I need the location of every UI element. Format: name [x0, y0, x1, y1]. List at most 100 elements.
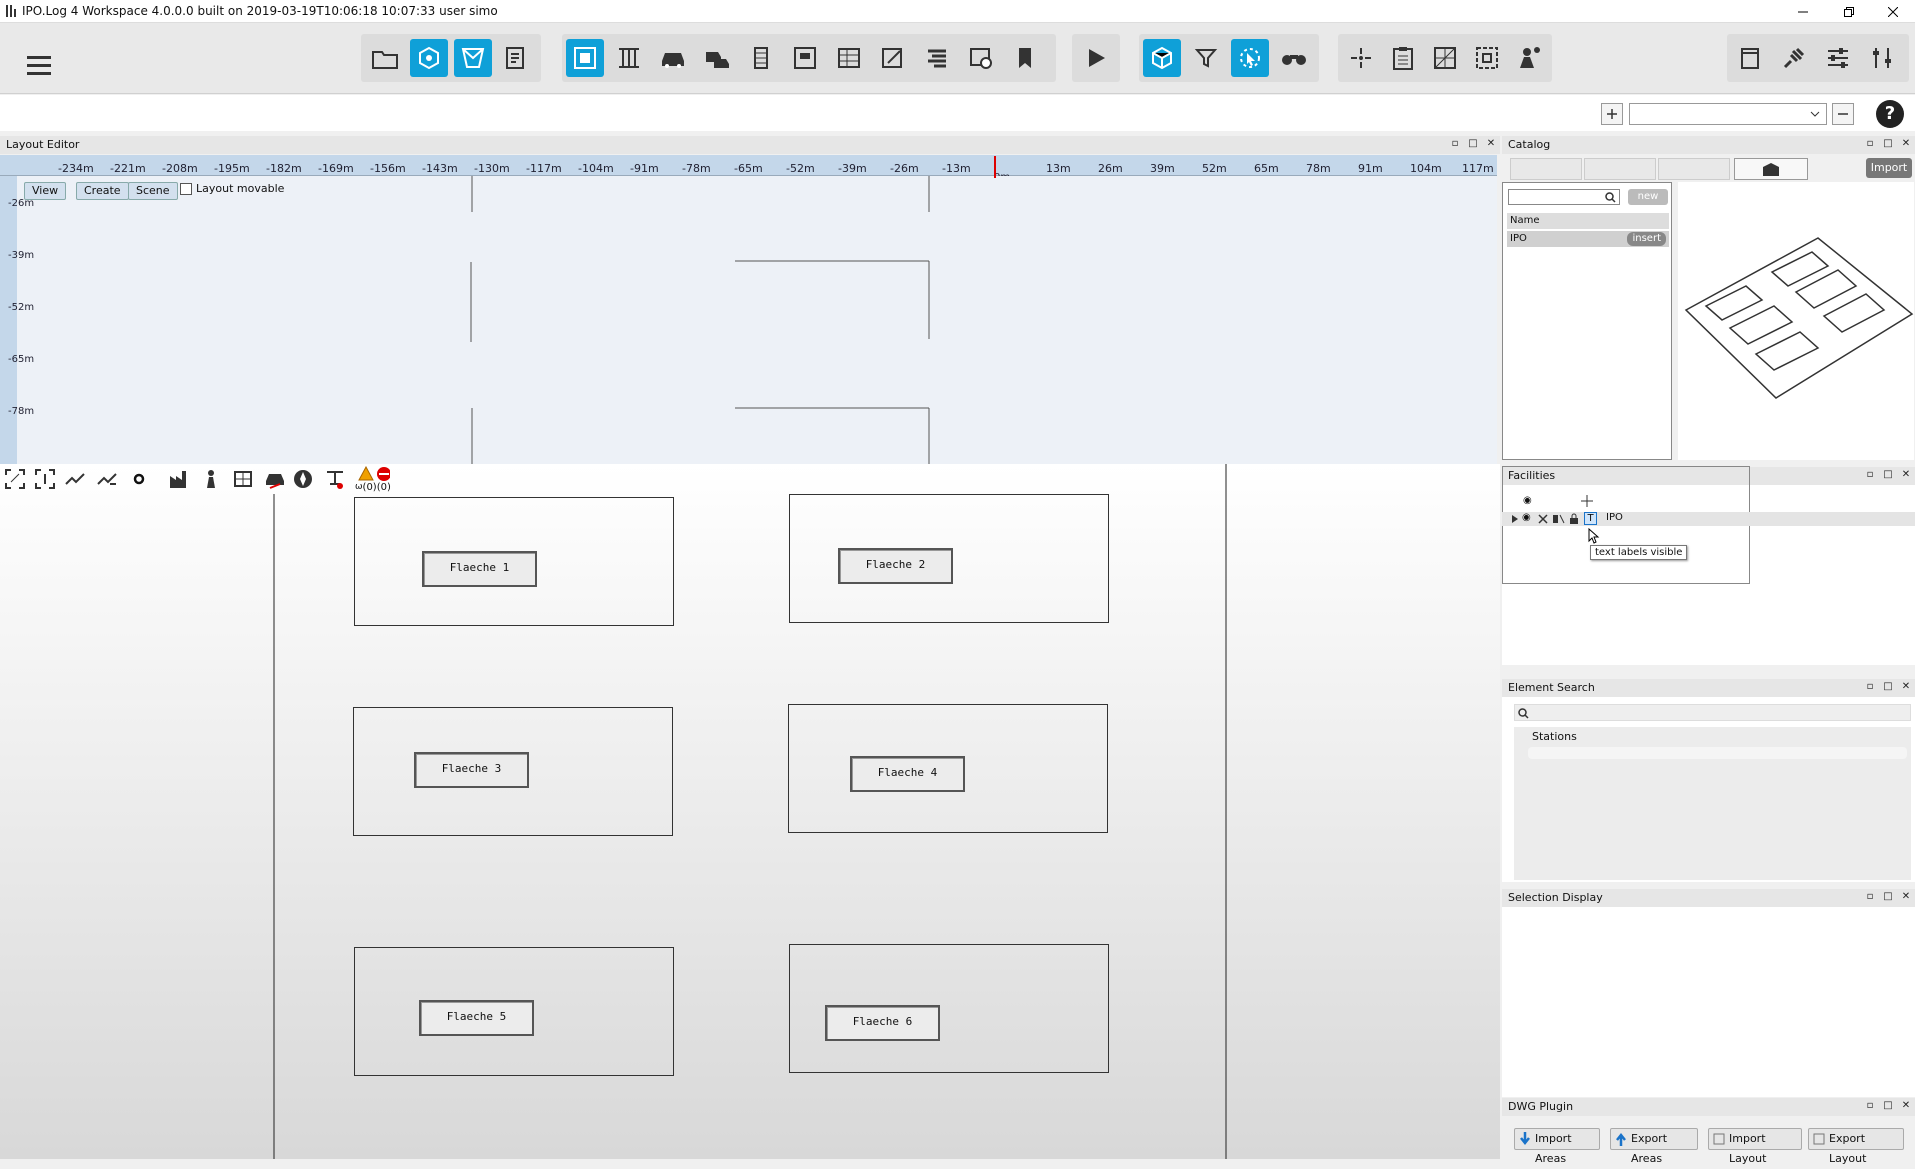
scene-view[interactable] [0, 464, 1500, 1159]
import-areas-button[interactable]: Import Areas [1514, 1128, 1600, 1165]
shelf-icon[interactable] [232, 468, 254, 490]
area-5[interactable]: Flaeche 5 [354, 947, 674, 1076]
lock-icon[interactable] [1569, 513, 1579, 525]
warning-error-icon[interactable] [358, 466, 390, 482]
catalog-tab-4[interactable] [1734, 158, 1808, 180]
area-3[interactable]: Flaeche 3 [353, 707, 673, 836]
insert-button[interactable]: insert [1627, 232, 1666, 246]
bookmark-icon[interactable] [1006, 39, 1044, 77]
delete-icon[interactable] [1538, 514, 1548, 524]
tower-icon[interactable] [742, 39, 780, 77]
minimize-button[interactable] [1780, 0, 1826, 23]
table-icon[interactable] [830, 39, 868, 77]
close-icon[interactable]: ✕ [1901, 139, 1911, 149]
restore-button[interactable] [1826, 0, 1872, 23]
binoculars-icon[interactable] [1275, 39, 1313, 77]
rack-icon[interactable] [610, 39, 648, 77]
vertical-sliders-icon[interactable] [1863, 39, 1901, 77]
close-icon[interactable]: ✕ [1901, 892, 1911, 902]
route-icon[interactable] [64, 468, 86, 490]
catalog-tab-1[interactable] [1510, 158, 1582, 180]
frame-select-icon[interactable] [1468, 39, 1506, 77]
expand-icon[interactable] [1512, 515, 1518, 523]
tab-create[interactable]: Create [76, 182, 129, 200]
open-folder-icon[interactable] [366, 39, 404, 77]
panel-icon[interactable] [1731, 39, 1769, 77]
clipboard-icon[interactable] [1384, 39, 1422, 77]
tab-view[interactable]: View [24, 182, 67, 200]
catalog-tab-3[interactable] [1658, 158, 1730, 180]
float-icon[interactable]: ▫ [1865, 470, 1875, 480]
catalog-item[interactable]: IPO insert [1507, 231, 1669, 247]
maximize-icon[interactable]: □ [1883, 139, 1893, 149]
align-icon[interactable] [918, 39, 956, 77]
plug-icon[interactable] [1775, 39, 1813, 77]
facility-row[interactable]: ◉ T IPO [1502, 512, 1915, 526]
filter-icon[interactable] [1187, 39, 1225, 77]
sliders-icon[interactable] [1819, 39, 1857, 77]
eye-icon[interactable]: ◉ [1522, 512, 1531, 523]
float-icon[interactable]: ▫ [1865, 892, 1875, 902]
area-2[interactable]: Flaeche 2 [789, 494, 1109, 623]
crane-remove-icon[interactable] [324, 468, 346, 490]
car-icon[interactable] [654, 39, 692, 77]
maximize-icon[interactable]: □ [1883, 892, 1893, 902]
float-icon[interactable]: ▫ [1865, 1101, 1875, 1111]
vehicles-icon[interactable] [698, 39, 736, 77]
close-icon[interactable]: ✕ [1901, 1101, 1911, 1111]
close-window-button[interactable] [1870, 0, 1915, 23]
point-icon[interactable] [132, 472, 146, 486]
maximize-icon[interactable]: □ [1468, 139, 1478, 149]
network-icon[interactable] [410, 39, 448, 77]
select-area-icon[interactable] [566, 39, 604, 77]
3d-view-icon[interactable] [1143, 39, 1181, 77]
menu-icon[interactable] [22, 48, 56, 82]
move-points-icon[interactable] [1342, 39, 1380, 77]
tab-scene[interactable]: Scene [128, 182, 178, 200]
compass-icon[interactable] [292, 468, 314, 490]
layout-icon[interactable] [454, 39, 492, 77]
new-button[interactable]: new [1628, 189, 1668, 205]
layout-movable-checkbox[interactable] [180, 183, 192, 195]
person-info-icon[interactable] [1510, 39, 1548, 77]
float-icon[interactable]: ▫ [1450, 139, 1460, 149]
play-icon[interactable] [1077, 39, 1115, 77]
export-layout-button[interactable]: Export Layout [1808, 1128, 1904, 1165]
worker-icon[interactable] [200, 468, 222, 490]
grid-icon[interactable] [1426, 39, 1464, 77]
area-4[interactable]: Flaeche 4 [788, 704, 1108, 833]
remove-icon[interactable] [1832, 103, 1854, 125]
help-icon[interactable]: ? [1876, 100, 1904, 128]
edit-table-icon[interactable] [874, 39, 912, 77]
area-1[interactable]: Flaeche 1 [354, 497, 674, 626]
float-icon[interactable]: ▫ [1865, 139, 1875, 149]
add-icon[interactable] [1601, 103, 1623, 125]
factory-icon[interactable] [168, 468, 190, 490]
close-icon[interactable]: ✕ [1901, 682, 1911, 692]
float-icon[interactable]: ▫ [1865, 682, 1875, 692]
import-layout-button[interactable]: Import Layout [1708, 1128, 1802, 1165]
catalog-tab-2[interactable] [1584, 158, 1656, 180]
pointer-select-icon[interactable] [1231, 39, 1269, 77]
close-icon[interactable]: ✕ [1901, 470, 1911, 480]
table-time-icon[interactable] [962, 39, 1000, 77]
maximize-icon[interactable]: □ [1883, 470, 1893, 480]
stations-group[interactable]: Stations [1532, 730, 1577, 743]
export-areas-button[interactable]: Export Areas [1610, 1128, 1698, 1165]
catalog-search-input[interactable] [1508, 189, 1620, 205]
station-icon[interactable] [786, 39, 824, 77]
layout-editor-canvas[interactable] [0, 176, 1497, 464]
zoom-fit-icon[interactable] [4, 468, 26, 490]
route-edit-icon[interactable] [96, 468, 118, 490]
import-button[interactable]: Import [1866, 158, 1912, 178]
maximize-icon[interactable]: □ [1883, 682, 1893, 692]
labels-icon[interactable] [1553, 514, 1565, 524]
area-6[interactable]: Flaeche 6 [789, 944, 1109, 1073]
vehicle-remove-icon[interactable] [264, 468, 286, 490]
report-warning-icon[interactable] [498, 39, 536, 77]
close-icon[interactable]: ✕ [1486, 139, 1496, 149]
element-search-input[interactable] [1514, 704, 1911, 721]
text-labels-icon[interactable]: T [1584, 512, 1597, 525]
workspace-select[interactable] [1629, 103, 1827, 125]
zoom-selection-icon[interactable] [34, 468, 56, 490]
